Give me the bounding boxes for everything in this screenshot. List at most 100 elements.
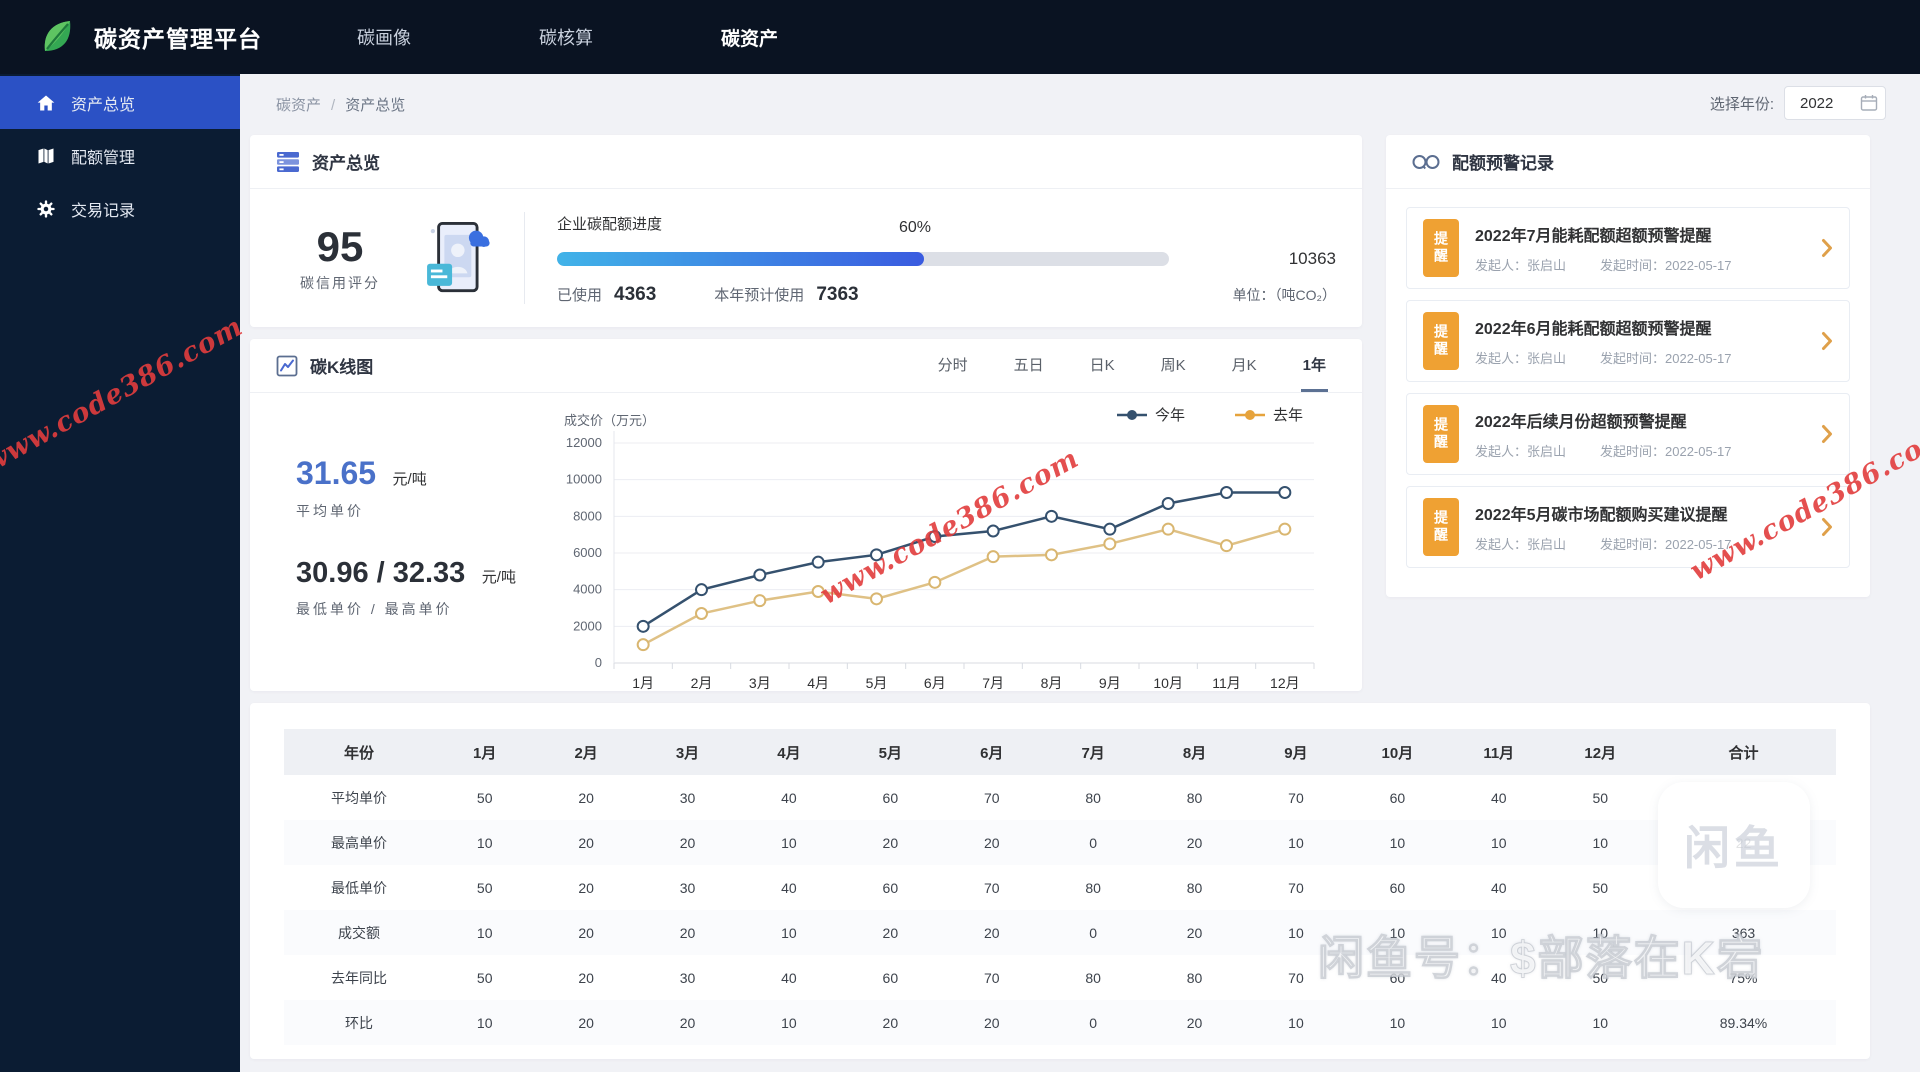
y-tick-label: 2000 [573,618,602,633]
kline-tab-minute[interactable]: 分时 [936,339,970,392]
cell: 10 [1490,834,1507,851]
x-tick-label: 3月 [749,675,771,691]
alert-text: 2022年5月碳市场配额购买建议提醒 发起人：张启山 发起时间：2022-05-17 [1475,501,1732,553]
quota-progress-block: 企业碳配额进度 60% 10363 已使用 4363 本年预计使用 7363 单… [557,209,1336,306]
nav-item-carbon-accounting[interactable]: 碳核算 [539,24,593,51]
quota-progress-bar [557,252,1169,266]
cell: 50 [1592,879,1609,896]
cell: 70 [983,969,1000,986]
row-label: 最高单价 [331,834,387,851]
cell: 70 [983,879,1000,896]
cell: 20 [578,879,594,896]
data-point [636,638,650,652]
table-row: 平均单价 50 20 30 40 60 70 80 80 70 60 40 50 [284,775,1836,820]
chevron-right-icon[interactable] [1821,238,1833,258]
chevron-right-icon[interactable] [1821,424,1833,444]
table-header-cell: 2月 [535,729,637,775]
sidebar-item-transaction-records[interactable]: 交易记录 [0,182,240,235]
legend-今年[interactable]: 今年 [1117,407,1185,424]
cell: 80 [1085,969,1101,986]
cell: 10 [1288,1014,1304,1031]
kline-tab-weekly-k[interactable]: 周K [1159,339,1188,392]
alert-title: 2022年后续月份超额预警提醒 [1475,414,1687,431]
cell: 40 [781,789,797,806]
cell: 10 [1288,834,1304,851]
breadcrumb-asset-overview: 资产总览 [345,97,406,114]
data-point [1220,539,1233,553]
forecast-label: 本年预计使用 [714,287,805,304]
kline-tab-monthly-k[interactable]: 月K [1230,339,1259,392]
alert-item[interactable]: 提醒 2022年后续月份超额预警提醒 发起人：张启山 发起时间：2022-05-17 [1406,393,1850,475]
cell: 40 [1490,879,1507,896]
kline-tab-one-year[interactable]: 1年 [1300,339,1328,392]
table-header-cell: 12月 [1549,729,1651,775]
alert-meta: 发起人：张启山 发起时间：2022-05-17 [1475,534,1732,553]
data-point [1278,522,1292,536]
breadcrumb-carbon-asset[interactable]: 碳资产 [276,97,321,114]
data-point [1220,486,1233,499]
cell: 80 [1085,879,1101,896]
kline-tab-five-day[interactable]: 五日 [1012,339,1046,392]
cell: 40 [781,969,797,986]
cell: 20 [882,834,899,851]
nav-item-carbon-portrait[interactable]: 碳画像 [357,24,411,51]
nav-item-carbon-asset[interactable]: 碳资产 [721,24,778,51]
year-picker-label: 选择年份: [1709,95,1774,113]
chevron-right-icon[interactable] [1821,517,1833,537]
calendar-icon[interactable] [1860,94,1878,112]
table-row: 环比 10 20 20 10 20 20 0 20 10 10 10 10 89.34% [284,1000,1836,1045]
card-title: 资产总览 [312,154,380,173]
x-tick-label: 5月 [866,675,888,691]
overview-body: 95 碳信用评分 企业碳配额进度 60% 10363 已使用 4363 本年预计… [250,189,1362,326]
map-icon [36,146,56,166]
cell: 20 [578,924,594,941]
cell: 10 [781,834,797,851]
x-tick-label: 2月 [691,675,713,691]
table-header-row: 年份 1月 2月 3月 4月 5月 6月 7月 8月 9月 10月 11月 12月 合计 [284,729,1836,775]
alert-item[interactable]: 提醒 2022年7月能耗配额超额预警提醒 发起人：张启山 发起时间：2022-05-1… [1406,207,1850,289]
quota-total: 10363 [1288,249,1336,268]
table-row: 最低单价 50 20 30 40 60 70 80 80 70 60 40 50 [284,865,1836,910]
alert-initiator: 发起人：张启山 [1475,537,1567,552]
alert-item[interactable]: 提醒 2022年6月能耗配额超额预警提醒 发起人：张启山 发起时间：2022-05-1… [1406,300,1850,382]
table-row: 最高单价1020201020200201010101022 [284,820,1836,865]
top-navbar: 碳资产管理平台 碳画像 碳核算 碳资产 [0,0,1920,74]
monthly-data-table-card: 年份 1月 2月 3月 4月 5月 6月 7月 8月 9月 10月 11月 12月 合计 平均单价 50 20… [250,703,1870,1059]
minmax-price-stat: 30.96 / 32.33 元/吨 最低单价 / 最高单价 [296,557,516,619]
kline-tab-daily-k[interactable]: 日K [1088,339,1117,392]
sidebar-item-asset-overview[interactable]: 资产总览 [0,76,240,129]
data-point [1161,522,1175,536]
cell: 70 [1288,789,1304,806]
svg-text:今年: 今年 [1155,407,1185,424]
topbar: 碳资产 / 资产总览 选择年份: [240,74,1920,130]
forecast-value: 7363 [816,284,859,305]
alert-initiator: 发起人：张启山 [1475,258,1567,273]
x-tick-label: 11月 [1212,675,1241,691]
cell: 20 [882,924,899,941]
cell: 10 [781,1014,797,1031]
chevron-right-icon[interactable] [1821,331,1833,351]
y-tick-label: 6000 [573,545,602,560]
cell: 80 [1186,789,1203,806]
alert-badge: 提醒 [1423,498,1459,556]
row-label: 最低单价 [331,879,387,896]
legend-去年[interactable]: 去年 [1235,407,1303,424]
cell: 50 [1592,789,1609,806]
cell: 10 [476,834,493,851]
table-header-cell: 4月 [738,729,840,775]
x-tick-label: 8月 [1041,675,1063,691]
svg-text:去年: 去年 [1273,407,1303,424]
kline-period-tabs: 分时 五日 日K 周K 月K 1年 [936,339,1328,392]
sidebar-item-quota-management[interactable]: 配额管理 [0,129,240,182]
cell: 0 [1089,1014,1098,1031]
cell: 60 [1389,789,1406,806]
cell: 20 [882,1014,899,1031]
cell: 30 [679,879,696,896]
alert-badge: 提醒 [1423,219,1459,277]
data-point [986,524,1000,538]
table-header-cell: 10月 [1346,729,1449,775]
cell: 80 [1186,969,1203,986]
x-tick-label: 1月 [632,675,654,691]
series-line-去年 [642,527,1286,646]
cell: 70 [1288,879,1304,896]
